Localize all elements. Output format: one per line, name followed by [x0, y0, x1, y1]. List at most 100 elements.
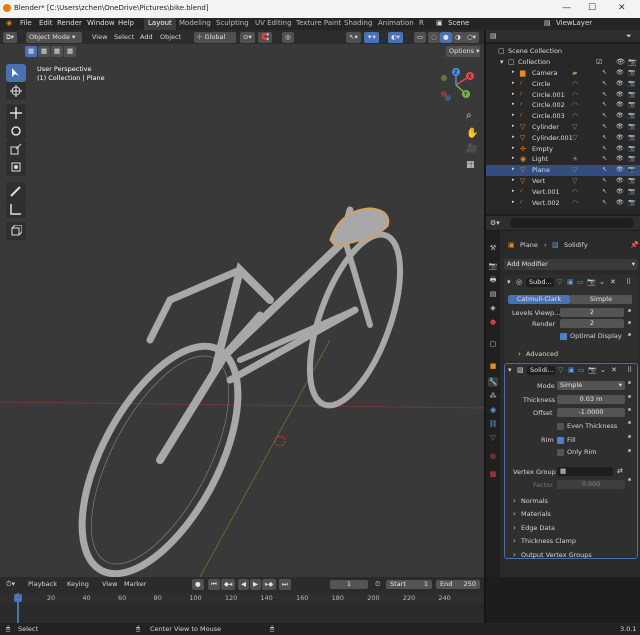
object-data-icon[interactable]: ☀ — [572, 155, 578, 163]
render-camera-icon[interactable]: 📷 — [628, 177, 635, 184]
shading-wireframe-icon[interactable]: ◌ — [428, 32, 440, 43]
eye-icon[interactable]: 👁 — [616, 58, 625, 66]
tab-texture-icon[interactable]: ▩ — [488, 469, 498, 479]
pivot-icon[interactable]: ⊙▾ — [240, 32, 255, 43]
outliner-item[interactable]: ▸ ◜ Circle.002 ◠ ↖ 👁 📷 — [486, 100, 640, 111]
play-reverse-button[interactable]: ◀ — [238, 579, 249, 590]
drag-handle-icon[interactable]: ⠿ — [626, 278, 631, 286]
timeline-editor[interactable]: ⏱▾ Playback Keying View Marker ● ⏮ ◆◂ ◀ … — [0, 577, 484, 623]
shading-rendered-icon[interactable]: ○▾ — [464, 32, 479, 43]
checkbox-icon[interactable]: ☑ — [596, 58, 602, 66]
expand-arrow-icon[interactable]: ▸ — [512, 123, 515, 129]
expand-arrow-icon[interactable]: ▸ — [512, 91, 515, 97]
vertex-group-field[interactable]: ▦ — [557, 467, 613, 476]
tab-world-icon[interactable]: ● — [488, 317, 498, 327]
outliner-item[interactable]: ▸ ◉ Light ☀ ↖ 👁 📷 — [486, 154, 640, 165]
animate-property-dot[interactable] — [628, 435, 631, 438]
render-camera-icon[interactable]: 📷 — [628, 134, 635, 141]
drag-handle-icon[interactable]: ⠿ — [627, 366, 632, 374]
orientation-dropdown[interactable]: ⊹ Global — [194, 32, 236, 43]
tab-particles-icon[interactable]: ⁂ — [488, 391, 498, 401]
select-arrow-icon[interactable]: ↖ — [602, 188, 607, 195]
outliner-item[interactable]: ▸ ▽ Cylinder ▽ ↖ 👁 📷 — [486, 122, 640, 133]
expand-arrow-icon[interactable]: ▸ — [512, 112, 515, 118]
view-layer-name[interactable]: ViewLayer — [556, 19, 592, 27]
record-button[interactable]: ● — [192, 579, 204, 590]
select-arrow-icon[interactable]: ↖ — [602, 155, 607, 162]
render-toggle-icon[interactable]: 📷 — [587, 278, 596, 286]
select-mode-subtract-icon[interactable]: ▦ — [51, 46, 64, 57]
eye-icon[interactable]: 👁 — [616, 166, 624, 173]
proportional-edit-icon[interactable]: ◎ — [282, 32, 294, 43]
collapse-arrow-icon[interactable]: ▾ — [507, 278, 511, 286]
editor-type-icon[interactable]: ⧉▾ — [3, 32, 17, 43]
render-camera-icon[interactable]: 📷 — [628, 188, 635, 195]
object-data-icon[interactable]: ▰ — [572, 69, 577, 77]
jump-start-button[interactable]: ⏮ — [208, 579, 220, 590]
next-key-button[interactable]: ▸◆ — [262, 579, 277, 590]
tab-texture-paint[interactable]: Texture Paint — [292, 18, 345, 30]
expand-arrow-icon[interactable]: › — [513, 537, 516, 545]
editmode-toggle-icon[interactable]: ▽ — [557, 278, 562, 286]
animate-property-dot[interactable] — [628, 395, 631, 398]
outliner-item[interactable]: ▸ ◜ Circle.001 ◠ ↖ 👁 📷 — [486, 90, 640, 101]
overlay-toggle-icon[interactable]: ◐▾ — [388, 32, 403, 43]
render-toggle-icon[interactable]: 📷 — [588, 366, 597, 374]
render-camera-icon[interactable]: 📷 — [628, 69, 635, 76]
outliner-item[interactable]: ▸ ◜ Vert.002 ◠ ↖ 👁 📷 — [486, 198, 640, 209]
expand-arrow-icon[interactable]: ▸ — [512, 166, 515, 172]
advanced-section[interactable]: Advanced — [526, 350, 558, 358]
scene-icon[interactable]: ▣ — [436, 19, 443, 27]
offset-field[interactable]: -1.0000 — [557, 408, 625, 417]
bike-seat[interactable] — [329, 207, 390, 247]
levels-viewport-field[interactable]: 2 — [560, 308, 624, 317]
object-data-icon[interactable]: ▽ — [572, 123, 577, 131]
start-frame-field[interactable]: Start 1 — [386, 580, 432, 589]
cage-toggle-icon[interactable]: ▣ — [567, 278, 574, 286]
view-layer-icon[interactable]: ▤ — [544, 19, 551, 27]
menu-view[interactable]: View — [92, 33, 107, 41]
solidify-subpanel[interactable]: Edge Data — [521, 524, 555, 532]
tab-physics-icon[interactable]: ◉ — [488, 405, 498, 415]
snap-icon[interactable]: 🧲 — [258, 32, 273, 43]
tab-layout[interactable]: Layout — [144, 18, 176, 30]
expand-arrow-icon[interactable]: ▸ — [512, 101, 515, 107]
xray-toggle-icon[interactable]: ▭ — [414, 32, 427, 43]
tab-modeling[interactable]: Modeling — [175, 18, 215, 30]
animate-property-dot[interactable] — [628, 421, 631, 424]
expand-arrow-icon[interactable]: ▸ — [512, 69, 515, 75]
maximize-button[interactable]: ☐ — [588, 3, 596, 13]
add-modifier-dropdown[interactable]: Add Modifier ▾ — [504, 259, 638, 270]
scene-name[interactable]: Scene — [448, 19, 469, 27]
timeline-editor-icon[interactable]: ⏱▾ — [6, 580, 15, 589]
outliner-collection[interactable]: ▾ ▢ Collection ☑ 👁 📷 — [486, 57, 640, 68]
playhead[interactable] — [17, 593, 19, 623]
selectability-icon[interactable]: ↖▾ — [346, 32, 361, 43]
clock-icon[interactable]: ⏲ — [375, 580, 380, 589]
render-camera-icon[interactable]: 📷 — [628, 155, 635, 162]
jump-end-button[interactable]: ⏭ — [279, 579, 291, 590]
mode-dropdown[interactable]: Simple ▾ — [557, 381, 625, 390]
menu-render[interactable]: Render — [57, 19, 82, 27]
menu-keying[interactable]: Keying — [67, 580, 89, 588]
outliner-item[interactable]: ▸ ◜ Vert.001 ◠ ↖ 👁 📷 — [486, 187, 640, 198]
eye-icon[interactable]: 👁 — [616, 69, 624, 76]
render-camera-icon[interactable]: 📷 — [628, 166, 635, 173]
3d-viewport[interactable]: ⧉▾ Object Mode ▾ View Select Add Object … — [0, 30, 484, 577]
tab-tool-icon[interactable]: ⚒ — [488, 243, 498, 253]
menu-add[interactable]: Add — [140, 33, 153, 41]
select-mode-new-icon[interactable]: ▦ — [25, 46, 38, 57]
remove-modifier-icon[interactable]: ✕ — [610, 278, 616, 286]
solidify-subpanel[interactable]: Normals — [521, 497, 548, 505]
object-data-icon[interactable]: ▽ — [572, 177, 577, 185]
play-button[interactable]: ▶ — [250, 579, 261, 590]
object-data-icon[interactable]: ◠ — [572, 199, 578, 207]
eye-icon[interactable]: 👁 — [616, 112, 624, 119]
animate-property-dot[interactable] — [628, 408, 631, 411]
editmode-toggle-icon[interactable]: ▽ — [558, 366, 563, 374]
shading-material-icon[interactable]: ◑ — [452, 32, 464, 43]
select-arrow-icon[interactable]: ↖ — [602, 101, 607, 108]
object-data-icon[interactable]: ◠ — [572, 112, 578, 120]
expand-arrow-icon[interactable]: › — [513, 551, 516, 559]
select-arrow-icon[interactable]: ↖ — [602, 80, 607, 87]
